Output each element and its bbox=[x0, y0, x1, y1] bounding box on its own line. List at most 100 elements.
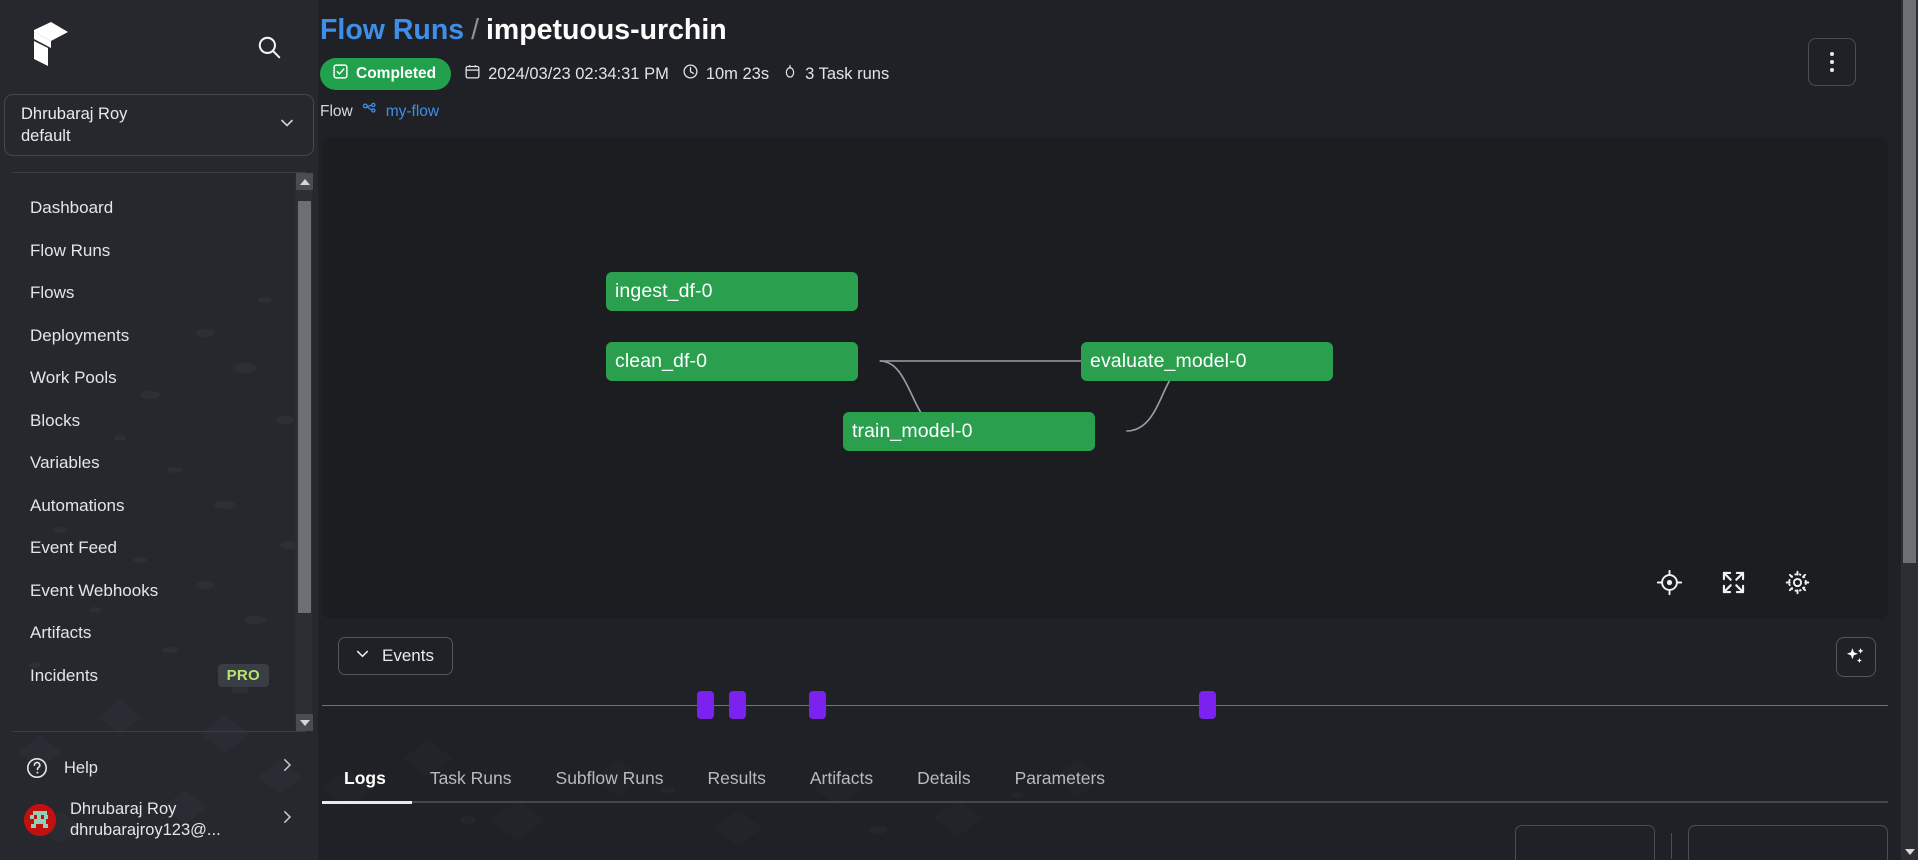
logs-toolbar bbox=[322, 825, 1888, 860]
breadcrumb-separator: / bbox=[471, 14, 479, 46]
sidebar-item-label: Flow Runs bbox=[30, 240, 111, 260]
status-badge-label: Completed bbox=[356, 65, 437, 82]
sparkles-icon[interactable] bbox=[1836, 637, 1876, 677]
flow-run-graph[interactable]: ingest_df-0 clean_df-0 train_model-0 eva… bbox=[322, 137, 1888, 619]
chevron-right-icon bbox=[278, 756, 296, 780]
toolbar-divider bbox=[1671, 833, 1672, 859]
chevron-down-icon bbox=[353, 644, 372, 668]
event-marker[interactable] bbox=[697, 691, 714, 719]
tab-list: Logs Task Runs Subflow Runs Results Arti… bbox=[322, 755, 1888, 801]
tab-underline bbox=[322, 801, 1888, 804]
chevron-down-icon bbox=[277, 113, 297, 138]
graph-controls bbox=[1654, 567, 1812, 597]
prefect-logo-icon[interactable] bbox=[34, 22, 68, 66]
sidebar-item-label: Work Pools bbox=[30, 368, 117, 388]
run-timestamp: 2024/03/23 02:34:31 PM bbox=[464, 63, 669, 85]
kebab-menu-icon[interactable] bbox=[1808, 38, 1856, 86]
sidebar-item-label: Artifacts bbox=[30, 623, 92, 643]
tab-subflow-runs[interactable]: Subflow Runs bbox=[534, 755, 686, 801]
main-inner: Flow Runs / impetuous-urchin Completed 2… bbox=[318, 0, 1918, 860]
target-icon[interactable] bbox=[1654, 567, 1684, 597]
workspace-name: default bbox=[21, 127, 71, 145]
sidebar-item-incidents[interactable]: Incidents PRO bbox=[0, 655, 295, 698]
events-toggle-button[interactable]: Events bbox=[338, 637, 453, 675]
sidebar-item-artifacts[interactable]: Artifacts bbox=[0, 612, 295, 655]
flow-icon bbox=[361, 101, 378, 123]
graph-node-clean-df-0[interactable]: clean_df-0 bbox=[606, 342, 858, 381]
events-toggle-label: Events bbox=[382, 646, 434, 665]
sidebar-scrollbar[interactable] bbox=[295, 173, 313, 731]
event-marker[interactable] bbox=[729, 691, 746, 719]
event-marker[interactable] bbox=[1199, 691, 1216, 719]
tab-details[interactable]: Details bbox=[895, 755, 993, 801]
breadcrumb-parent-link[interactable]: Flow Runs bbox=[320, 14, 464, 46]
app-root: Dhrubaraj Roy default Dashboard Flow Run… bbox=[0, 0, 1918, 860]
sidebar-item-dashboard[interactable]: Dashboard bbox=[0, 187, 295, 230]
chevron-right-icon bbox=[278, 808, 296, 832]
tab-label: Parameters bbox=[1014, 767, 1106, 788]
sidebar-nav: Dashboard Flow Runs Flows Deployments Wo… bbox=[0, 173, 295, 731]
scroll-down-arrow-icon[interactable] bbox=[1901, 843, 1918, 860]
run-timestamp-value: 2024/03/23 02:34:31 PM bbox=[488, 64, 669, 83]
flow-name-link[interactable]: my-flow bbox=[386, 103, 439, 121]
sidebar-item-event-feed[interactable]: Event Feed bbox=[0, 527, 295, 570]
tab-logs[interactable]: Logs bbox=[322, 755, 408, 801]
check-square-icon bbox=[332, 63, 349, 85]
sidebar-item-label: Event Webhooks bbox=[30, 580, 159, 600]
gear-icon[interactable] bbox=[1782, 567, 1812, 597]
workspace-owner: Dhrubaraj Roy bbox=[21, 105, 128, 123]
graph-node-ingest-df-0[interactable]: ingest_df-0 bbox=[606, 272, 858, 311]
task-runs-value: 3 Task runs bbox=[805, 64, 890, 83]
scroll-down-arrow-icon[interactable] bbox=[296, 714, 313, 731]
sidebar-item-label: Deployments bbox=[30, 325, 130, 345]
sidebar-item-label: Blocks bbox=[30, 410, 81, 430]
run-duration-value: 10m 23s bbox=[705, 64, 770, 83]
tab-label: Results bbox=[707, 767, 766, 788]
run-duration: 10m 23s bbox=[682, 63, 769, 85]
sidebar-item-label: Event Feed bbox=[30, 538, 117, 558]
task-icon bbox=[782, 63, 798, 86]
graph-node-train-model-0[interactable]: train_model-0 bbox=[843, 412, 1095, 451]
tab-artifacts[interactable]: Artifacts bbox=[788, 755, 895, 801]
sidebar-bottom-divider bbox=[12, 731, 306, 732]
tab-results[interactable]: Results bbox=[686, 755, 788, 801]
sidebar-item-variables[interactable]: Variables bbox=[0, 442, 295, 485]
page-title: impetuous-urchin bbox=[486, 14, 727, 46]
status-badge: Completed bbox=[320, 58, 452, 90]
sidebar-item-work-pools[interactable]: Work Pools bbox=[0, 357, 295, 400]
page-scrollbar-thumb[interactable] bbox=[1903, 0, 1916, 563]
sidebar-item-deployments[interactable]: Deployments bbox=[0, 315, 295, 358]
logs-search-control[interactable] bbox=[1688, 825, 1888, 860]
user-account-button[interactable]: Dhrubaraj Roy dhrubarajroy123@... bbox=[0, 794, 318, 846]
clock-icon bbox=[682, 63, 699, 85]
tab-label: Details bbox=[917, 767, 971, 788]
sidebar-item-blocks[interactable]: Blocks bbox=[0, 400, 295, 443]
scroll-up-arrow-icon[interactable] bbox=[296, 173, 313, 190]
sidebar-item-label: Dashboard bbox=[30, 198, 114, 218]
graph-node-evaluate-model-0[interactable]: evaluate_model-0 bbox=[1081, 342, 1333, 381]
run-meta-row: Completed 2024/03/23 02:34:31 PM 10m 23s… bbox=[318, 58, 1918, 90]
flow-label: Flow bbox=[320, 103, 353, 120]
page-scrollbar[interactable] bbox=[1901, 0, 1918, 860]
tab-label: Logs bbox=[344, 767, 386, 788]
main-content: Flow Runs / impetuous-urchin Completed 2… bbox=[318, 0, 1918, 860]
help-button[interactable]: Help bbox=[0, 742, 318, 794]
sidebar-scrollbar-thumb[interactable] bbox=[298, 201, 311, 613]
expand-icon[interactable] bbox=[1718, 567, 1748, 597]
sidebar-item-flow-runs[interactable]: Flow Runs bbox=[0, 230, 295, 273]
logs-filter-control[interactable] bbox=[1515, 825, 1655, 860]
sidebar-item-event-webhooks[interactable]: Event Webhooks bbox=[0, 570, 295, 613]
sidebar-top bbox=[0, 0, 318, 84]
search-icon[interactable] bbox=[250, 28, 288, 66]
tab-active-indicator bbox=[322, 801, 412, 804]
sidebar-item-automations[interactable]: Automations bbox=[0, 485, 295, 528]
tab-parameters[interactable]: Parameters bbox=[993, 755, 1127, 801]
workspace-selector[interactable]: Dhrubaraj Roy default bbox=[4, 94, 314, 156]
sidebar-item-label: Flows bbox=[30, 283, 75, 303]
sidebar-item-label: Incidents bbox=[30, 665, 99, 685]
sidebar-nav-wrapper: Dashboard Flow Runs Flows Deployments Wo… bbox=[0, 173, 318, 731]
sidebar-item-flows[interactable]: Flows bbox=[0, 272, 295, 315]
avatar bbox=[24, 804, 56, 836]
tab-task-runs[interactable]: Task Runs bbox=[408, 755, 534, 801]
event-marker[interactable] bbox=[809, 691, 826, 719]
